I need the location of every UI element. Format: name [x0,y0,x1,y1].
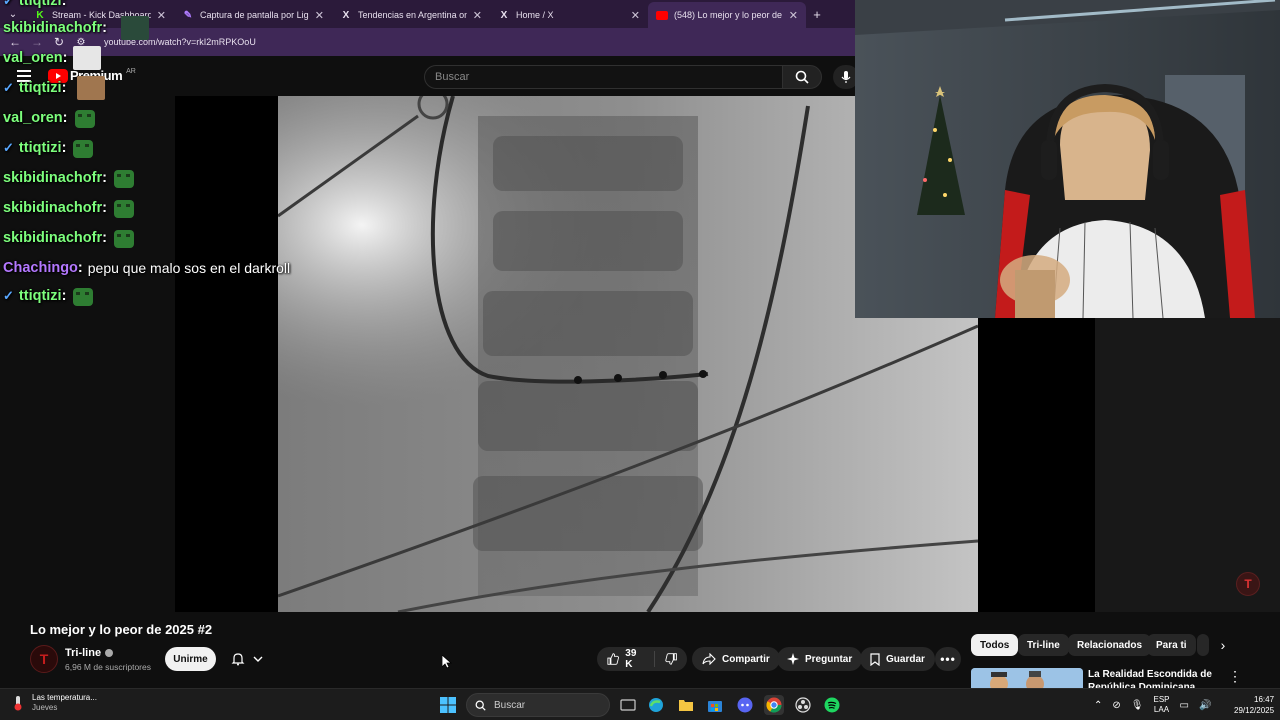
chip-todos[interactable]: Todos [971,634,1019,656]
new-tab-button[interactable]: + [806,7,828,22]
verified-check-icon [105,649,114,657]
streamer-webcam [855,0,1280,318]
tab-home-x[interactable]: X Home / X ✕ [490,2,648,28]
chat-message: val_oren: [3,106,97,130]
discord-icon[interactable] [735,695,755,715]
subscriber-count: 6,96 M de suscriptores [65,662,151,672]
microphone-icon[interactable]: 🎙 [1131,700,1144,711]
screen: T ⌄ K Stream - Kick Dashboard ✕ ✎ Captur… [0,0,1280,720]
dislike-icon[interactable] [665,652,677,666]
youtube-header: Premium AR Buscar [0,56,859,96]
ask-button[interactable]: Preguntar [777,647,863,671]
chat-message: Chachingo: pepu que malo sos en el darkr… [3,260,291,276]
like-count[interactable]: 39 K [625,648,644,670]
display-icon[interactable]: ▭ [1180,700,1189,711]
green-emote-icon [73,288,94,306]
file-explorer-icon[interactable] [676,695,696,715]
edge-icon[interactable] [646,695,666,715]
verified-badge-icon: ✓ [3,80,14,95]
chat-avatar-emote [73,46,101,70]
like-icon[interactable] [607,652,619,666]
chat-message: ✓ ttiqtizi: [3,136,95,160]
channel-watermark-icon: T [1236,572,1260,596]
chip-more[interactable] [1197,634,1209,656]
language-indicator[interactable]: ESP LAA [1153,695,1169,715]
chat-message: skibidinachofr: [3,226,136,250]
close-tab-icon[interactable]: ✕ [157,9,166,22]
windows-start-icon[interactable] [438,695,458,715]
chat-message: skibidinachofr: [3,166,136,190]
video-side-area [1095,318,1280,612]
youtube-icon [656,9,668,21]
weather-widget[interactable]: Las temperatura... Jueves [10,693,97,713]
chat-message: skibidinachofr: [3,196,136,220]
verified-badge-icon: ✓ [3,0,14,8]
search-icon [795,70,809,84]
thermometer-icon [14,696,22,711]
notifications-button[interactable] [222,647,272,671]
chat-avatar-emote [121,16,149,40]
verified-badge-icon: ✓ [3,140,14,155]
green-emote-icon [113,230,134,248]
green-emote-icon [73,140,94,158]
chat-message: val_oren: [3,50,68,66]
mouse-cursor-icon [441,654,453,674]
tab-youtube[interactable]: (548) Lo mejor y lo peor de 2025 ✕ [648,2,806,28]
volume-icon[interactable]: 🔊 [1199,700,1211,711]
save-button[interactable]: Guardar [860,647,935,671]
search-icon [475,700,486,711]
more-vertical-icon[interactable]: ⋮ [1228,668,1242,685]
store-icon[interactable] [705,695,725,715]
clock[interactable]: 16:47 29/12/2025 [1234,694,1274,716]
share-button[interactable]: Compartir [692,647,780,671]
channel-avatar[interactable]: T [30,645,58,673]
green-emote-icon [74,110,95,128]
chevron-right-icon[interactable]: › [1214,636,1232,654]
microphone-icon [841,71,851,83]
chrome-icon[interactable] [764,695,784,715]
chip-relacionados[interactable]: Relacionados [1068,634,1152,656]
chevron-down-icon [253,656,263,662]
channel-name[interactable]: Tri-line [65,647,114,659]
like-dislike-group: 39 K [597,647,687,671]
chevron-up-icon[interactable]: ⌃ [1094,700,1102,711]
bell-icon [231,653,245,666]
close-tab-icon[interactable]: ✕ [631,9,640,22]
sparkle-icon [787,653,799,665]
search-input[interactable]: Buscar [424,65,782,89]
chat-message: ✓ ttiqtizi: [3,0,71,13]
x-icon: X [342,9,350,21]
task-view-icon[interactable] [618,695,638,715]
verified-badge-icon: ✓ [3,288,14,303]
taskbar-search[interactable]: Buscar [466,693,610,717]
close-tab-icon[interactable]: ✕ [315,9,324,22]
chip-para-ti[interactable]: Para ti [1147,634,1196,656]
join-button[interactable]: Unirme [165,647,216,671]
windows-taskbar: Las temperatura... Jueves Buscar ⌃ ⊘ 🎙 E… [0,688,1280,720]
chip-tri-line[interactable]: Tri-line [1018,634,1069,656]
tab-lightshot[interactable]: ✎ Captura de pantalla por Lightshot ✕ [174,2,332,28]
green-emote-icon [113,200,134,218]
close-tab-icon[interactable]: ✕ [473,9,482,22]
share-icon [702,653,716,665]
lightshot-icon: ✎ [183,9,193,21]
bookmark-icon [870,652,880,666]
video-title: Lo mejor y lo peor de 2025 #2 [30,622,213,637]
obs-icon[interactable] [793,695,813,715]
chat-message: ✓ ttiqtizi: [3,80,67,96]
more-horizontal-icon: ••• [940,652,956,666]
green-emote-icon [113,170,134,188]
x-icon: X [500,9,508,21]
spotify-icon[interactable] [822,695,842,715]
tab-tendencias[interactable]: X Tendencias en Argentina on X ✕ [332,2,490,28]
network-off-icon[interactable]: ⊘ [1112,700,1120,711]
chat-message: ✓ ttiqtizi: [3,284,95,308]
search-button[interactable] [782,65,822,89]
chat-message: skibidinachofr: [3,20,107,36]
close-tab-icon[interactable]: ✕ [789,9,798,22]
system-tray: ⌃ ⊘ 🎙 ESP LAA ▭ 🔊 [1094,689,1211,720]
more-actions-button[interactable]: ••• [935,647,961,671]
chat-avatar-emote [77,76,105,100]
